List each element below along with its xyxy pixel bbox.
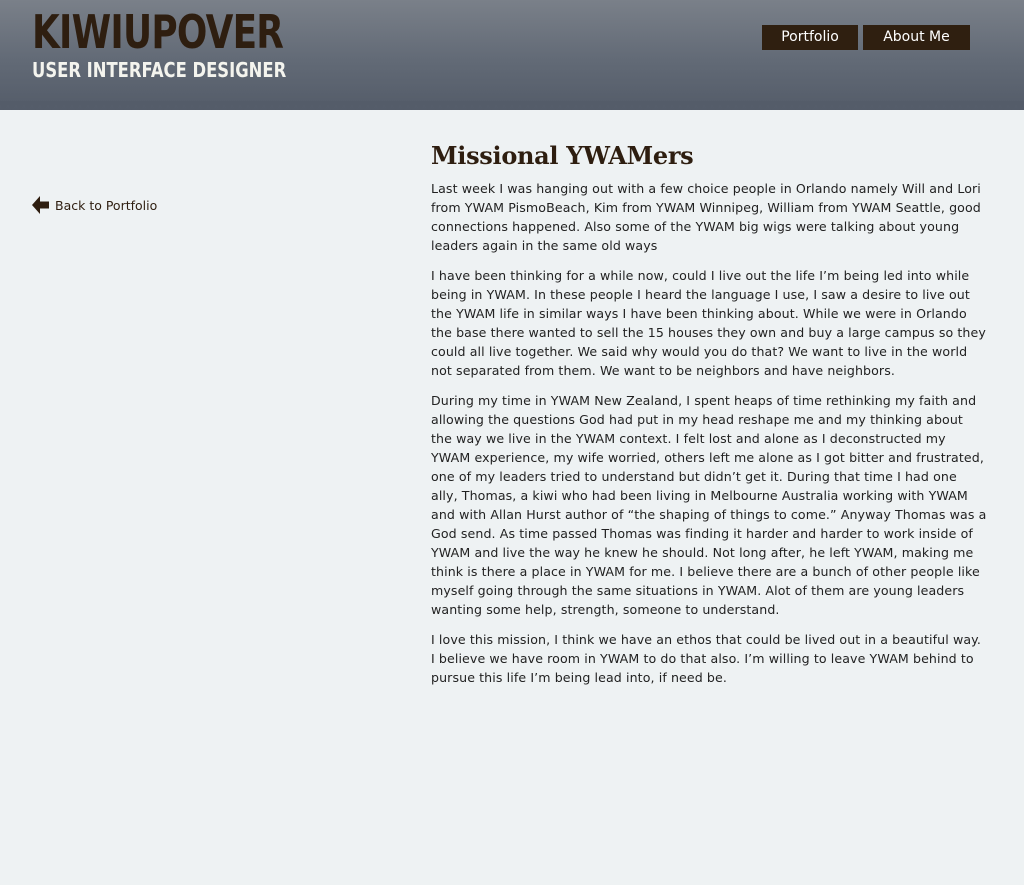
article-paragraph: I have been thinking for a while now, co… xyxy=(431,268,986,378)
logo-subtitle: USER INTERFACE DESIGNER xyxy=(32,58,287,82)
nav-portfolio-button[interactable]: Portfolio xyxy=(762,25,858,50)
back-to-portfolio-label: Back to Portfolio xyxy=(55,197,158,213)
main-nav: Portfolio About Me xyxy=(762,25,970,50)
logo-title[interactable]: KIWIUPOVER xyxy=(32,6,284,58)
article-paragraph: I love this mission, I think we have an … xyxy=(431,632,982,685)
article-paragraph: Last week I was hanging out with a few c… xyxy=(431,181,981,253)
nav-about-me-button[interactable]: About Me xyxy=(863,25,970,50)
site-header: KIWIUPOVER USER INTERFACE DESIGNER Portf… xyxy=(0,0,1024,110)
article-title: Missional YWAMers xyxy=(431,141,694,170)
back-to-portfolio-link[interactable]: Back to Portfolio xyxy=(31,195,157,215)
article: Missional YWAMers Last week I was hangin… xyxy=(431,140,987,698)
article-paragraph: During my time in YWAM New Zealand, I sp… xyxy=(431,393,987,617)
header-zigzag-edge xyxy=(0,101,1024,110)
arrow-left-icon xyxy=(31,195,50,215)
